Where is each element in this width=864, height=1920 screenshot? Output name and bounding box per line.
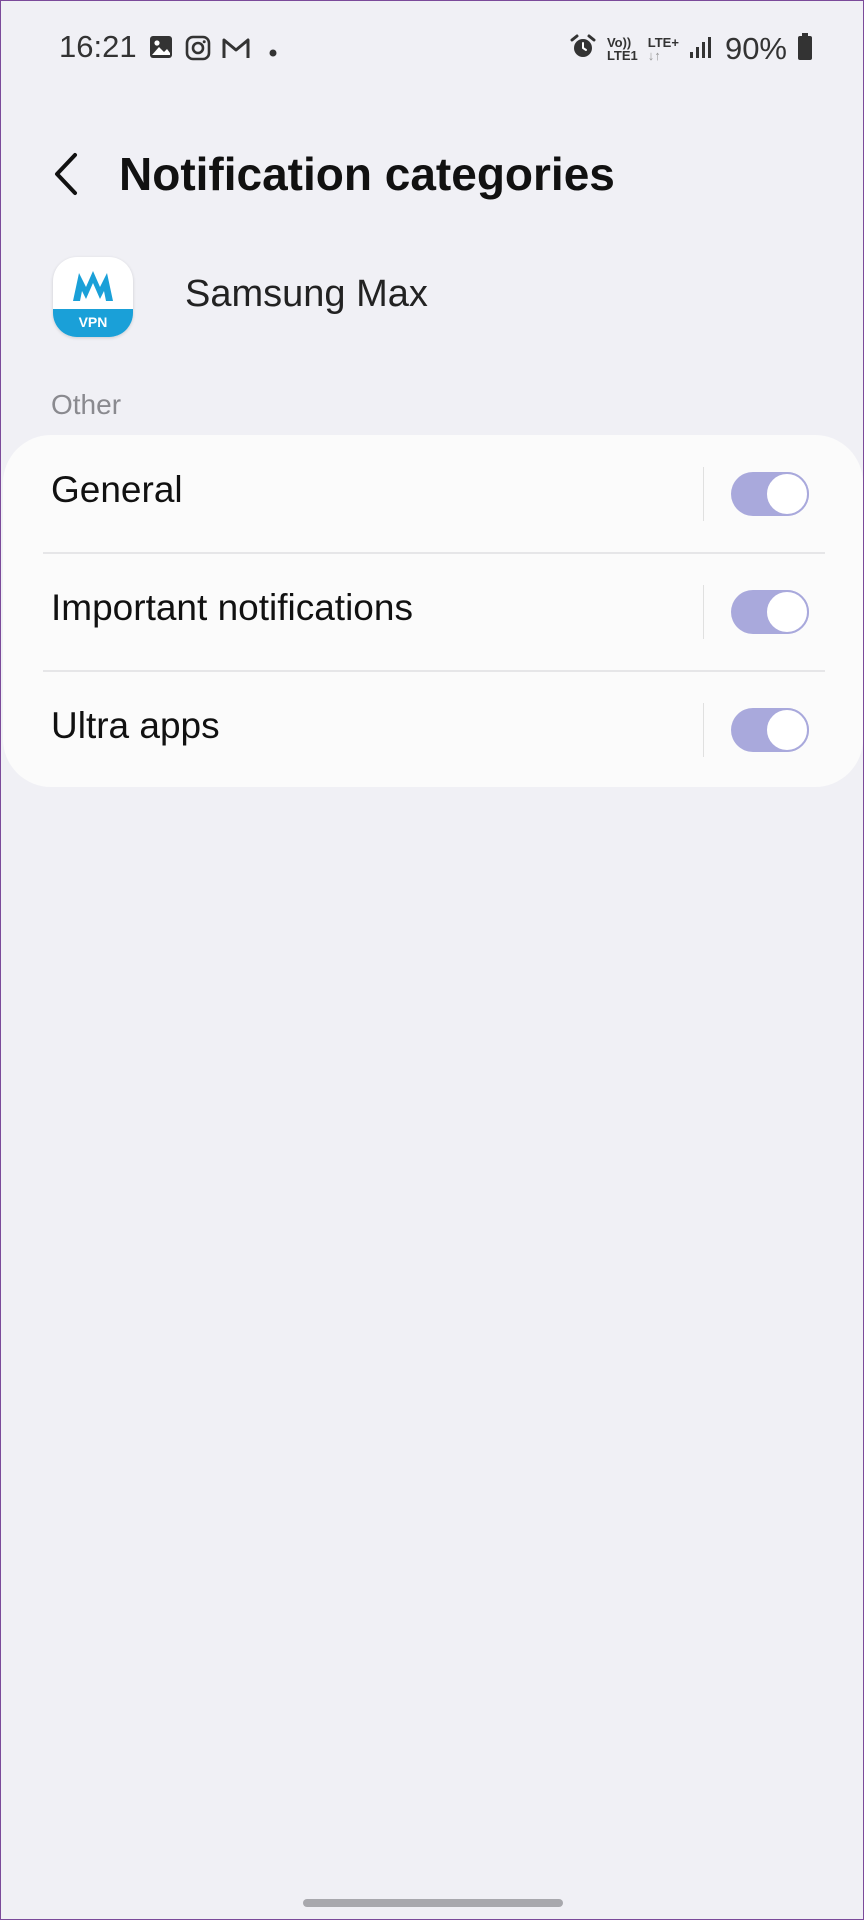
samsung-max-logo-icon [73,271,113,301]
instagram-icon [185,35,211,66]
row-separator [703,585,704,639]
app-icon: VPN [53,257,133,337]
category-row-ultra-apps[interactable]: Ultra apps [3,671,863,788]
chevron-left-icon [55,153,77,195]
gallery-icon [149,35,173,64]
alarm-icon [569,33,597,66]
category-label: Ultra apps [51,705,220,746]
section-header: Other [51,389,122,420]
page-title: Notification categories [119,148,615,200]
data-arrows-icon: ↓↑ [647,48,661,63]
home-indicator[interactable] [303,1899,563,1907]
toggle-knob [765,472,809,516]
categories-card: General Important notifications Ultra ap… [3,435,863,787]
status-right: Vo)) LTE1 LTE+ ↓↑ 90% [569,29,813,69]
category-row-general[interactable]: General [3,435,863,552]
toggle-knob [765,708,809,752]
signal-icon [689,35,715,64]
volte-indicator: Vo)) LTE1 [607,36,638,62]
status-bar: 16:21 Vo)) LTE1 LTE+ ↓↑ 90% [1,1,864,97]
category-label: Important notifications [51,587,413,628]
general-toggle[interactable] [731,472,809,516]
status-time: 16:21 [59,29,137,64]
category-row-important-notifications[interactable]: Important notifications [3,553,863,670]
ultra-apps-toggle[interactable] [731,708,809,752]
battery-percent: 90% [724,31,787,66]
row-separator [703,703,704,757]
lte-plus-indicator: LTE+ ↓↑ [648,36,679,62]
category-label: General [51,469,183,510]
dot-icon [269,44,277,62]
toggle-knob [765,590,809,634]
app-icon-badge: VPN [53,309,133,337]
back-button[interactable] [47,149,87,199]
battery-icon [797,32,813,66]
important-notifications-toggle[interactable] [731,590,809,634]
row-separator [703,467,704,521]
app-name: Samsung Max [185,273,428,315]
gmail-icon [221,35,251,66]
lte1-label: LTE1 [606,48,638,63]
